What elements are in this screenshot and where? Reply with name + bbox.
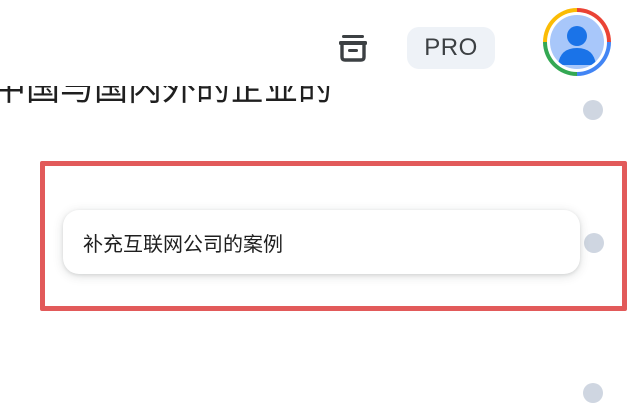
timeline-dot-1[interactable] bbox=[583, 100, 603, 120]
avatar-ring-gap bbox=[547, 12, 607, 72]
suggestion-chip-label: 补充互联网公司的案例 bbox=[83, 231, 283, 256]
page: 中国与国内外的企业的 PRO 补充互联网公司的案例 bbox=[0, 0, 637, 417]
pro-badge[interactable]: PRO bbox=[407, 27, 495, 69]
archive-button[interactable] bbox=[334, 28, 372, 66]
archive-box-icon bbox=[339, 35, 367, 62]
timeline-dot-3[interactable] bbox=[583, 383, 603, 403]
person-avatar-icon bbox=[558, 26, 596, 65]
avatar bbox=[550, 15, 604, 69]
suggestion-chip[interactable]: 补充互联网公司的案例 bbox=[63, 210, 580, 274]
account-avatar-button[interactable] bbox=[543, 8, 611, 76]
previous-message-text: 中国与国内外的企业的 bbox=[0, 69, 332, 109]
